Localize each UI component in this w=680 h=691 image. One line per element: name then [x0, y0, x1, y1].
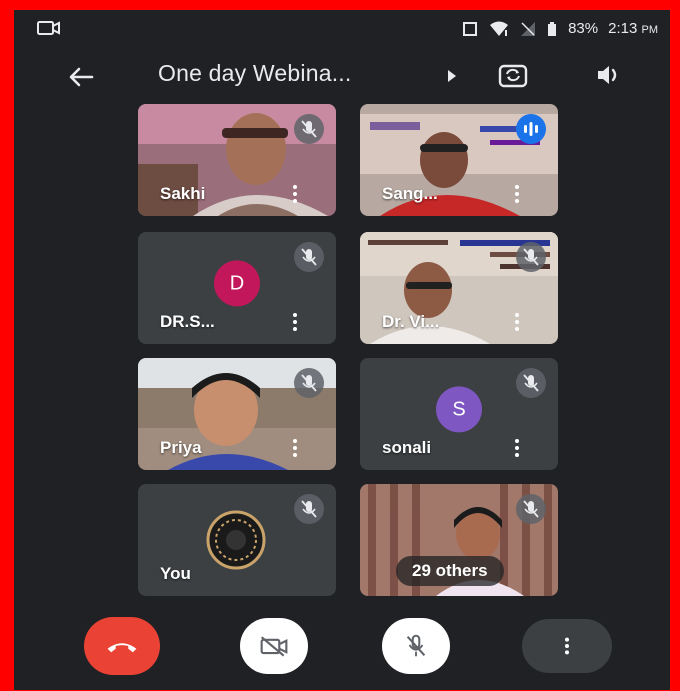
back-arrow-icon[interactable]	[66, 62, 96, 92]
speaking-indicator	[516, 114, 546, 144]
profile-picture	[206, 510, 266, 570]
mic-toggle-button[interactable]	[382, 618, 450, 674]
avatar: D	[214, 260, 260, 307]
participant-tile-sang[interactable]: Sang...	[360, 104, 558, 216]
caret-right-icon[interactable]	[448, 70, 456, 82]
more-vert-icon[interactable]	[292, 312, 298, 332]
speaker-icon[interactable]	[592, 60, 626, 90]
participant-name: sonali	[382, 438, 432, 457]
clock-time: 2:13	[608, 20, 638, 37]
more-vert-icon[interactable]	[514, 184, 520, 204]
screen-record-icon	[37, 21, 60, 35]
mic-off-indicator	[516, 494, 546, 524]
mic-off-icon	[523, 374, 539, 392]
more-options-button[interactable]	[522, 619, 612, 673]
meet-call-screen: 83% 2:13 PM One day Webina... Sakhi Sang…	[14, 10, 670, 690]
end-call-icon	[107, 643, 137, 653]
mic-off-indicator	[294, 114, 324, 144]
participant-tile-others[interactable]: 29 others	[360, 484, 558, 596]
participant-tile-sakhi[interactable]: Sakhi	[138, 104, 336, 216]
participant-tile-priya[interactable]: Priya	[138, 358, 336, 470]
status-bar: 83% 2:13 PM	[14, 10, 670, 48]
signal-icon	[521, 21, 536, 36]
mic-off-indicator	[516, 368, 546, 398]
camera-off-icon	[260, 636, 288, 657]
mic-off-icon	[301, 374, 317, 392]
status-right: 83% 2:13 PM	[462, 20, 658, 37]
mic-off-icon	[301, 120, 317, 138]
participant-name: Dr. Vi...	[382, 312, 440, 331]
square-icon	[463, 21, 478, 36]
participant-name: Sakhi	[160, 184, 206, 203]
mic-off-icon	[523, 500, 539, 518]
participant-name: Sang...	[382, 184, 438, 203]
mic-off-indicator	[294, 368, 324, 398]
call-controls	[14, 614, 670, 686]
wifi-icon	[490, 21, 509, 36]
switch-camera-icon[interactable]	[496, 60, 530, 90]
mic-off-icon	[301, 248, 317, 266]
more-vert-icon[interactable]	[292, 184, 298, 204]
battery-percent: 83%	[568, 20, 599, 37]
camera-toggle-button[interactable]	[240, 618, 308, 674]
participant-name: DR.S...	[160, 312, 215, 331]
mic-off-indicator	[516, 242, 546, 272]
mic-off-icon	[406, 634, 426, 657]
clock: 2:13 PM	[608, 20, 658, 37]
more-vert-icon[interactable]	[514, 312, 520, 332]
meeting-title[interactable]: One day Webina...	[158, 60, 351, 87]
participant-tile-you[interactable]: You	[138, 484, 336, 596]
clock-ampm: PM	[641, 24, 659, 36]
end-call-button[interactable]	[84, 617, 160, 675]
audio-level-icon	[524, 122, 538, 136]
battery-icon	[548, 21, 557, 36]
participant-tile-drvi[interactable]: Dr. Vi...	[360, 232, 558, 344]
participant-name: Priya	[160, 438, 202, 457]
participant-tile-drs[interactable]: D DR.S...	[138, 232, 336, 344]
more-vert-icon	[565, 637, 569, 655]
meeting-header: One day Webina...	[14, 50, 670, 104]
participant-tile-sonali[interactable]: S sonali	[360, 358, 558, 470]
mic-off-indicator	[294, 494, 324, 524]
others-count-label: 29 others	[396, 556, 504, 586]
more-vert-icon[interactable]	[292, 438, 298, 458]
mic-off-icon	[301, 500, 317, 518]
mic-off-indicator	[294, 242, 324, 272]
more-vert-icon[interactable]	[514, 438, 520, 458]
participant-name: You	[160, 564, 191, 583]
avatar: S	[436, 386, 482, 433]
mic-off-icon	[523, 248, 539, 266]
